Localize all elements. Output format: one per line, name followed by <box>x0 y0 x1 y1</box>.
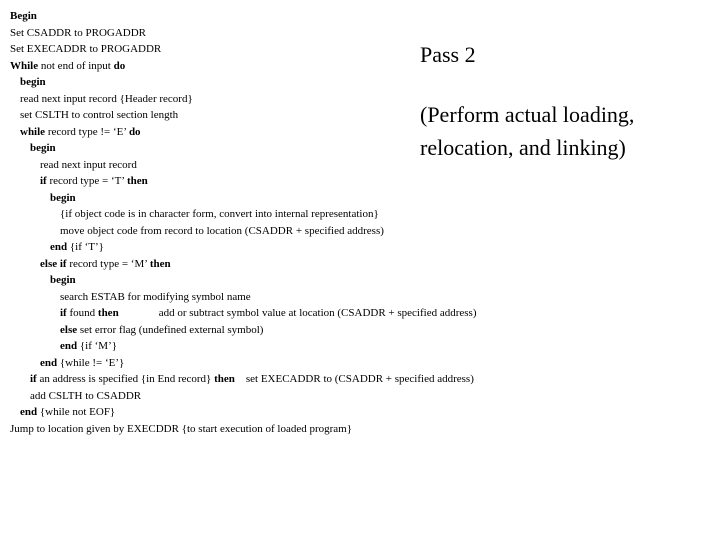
code-line: end {if ‘T’} <box>50 239 710 256</box>
code-line: {if object code is in character form, co… <box>60 206 710 223</box>
code-line: if an address is specified {in End recor… <box>30 371 710 388</box>
code-line: While not end of input do <box>10 58 710 75</box>
code-line: end {while != ‘E’} <box>40 355 710 372</box>
code-line: end {while not EOF} <box>20 404 710 421</box>
code-line: if record type = ‘T’ then <box>40 173 710 190</box>
pseudocode-page: Pass 2 (Perform actual loading, relocati… <box>10 8 710 437</box>
code-line: move object code from record to location… <box>60 223 710 240</box>
code-line: Begin <box>10 8 710 25</box>
code-line: search ESTAB for modifying symbol name <box>60 289 710 306</box>
kw-begin: Begin <box>10 10 37 22</box>
code-line: begin <box>50 272 710 289</box>
code-line: begin <box>20 74 710 91</box>
code-line: Jump to location given by EXECDDR {to st… <box>10 421 710 438</box>
code-line: else set error flag (undefined external … <box>60 322 710 339</box>
pass-title: Pass 2 <box>420 38 476 71</box>
code-line: if found thenadd or subtract symbol valu… <box>60 305 710 322</box>
code-line: Set CSADDR to PROGADDR <box>10 25 710 42</box>
code-line: begin <box>50 190 710 207</box>
code-line: Set EXECADDR to PROGADDR <box>10 41 710 58</box>
code-line: end {if ‘M’} <box>60 338 710 355</box>
code-line: else if record type = ‘M’ then <box>40 256 710 273</box>
pass-description: (Perform actual loading, relocation, and… <box>420 98 700 164</box>
code-line: add CSLTH to CSADDR <box>30 388 710 405</box>
